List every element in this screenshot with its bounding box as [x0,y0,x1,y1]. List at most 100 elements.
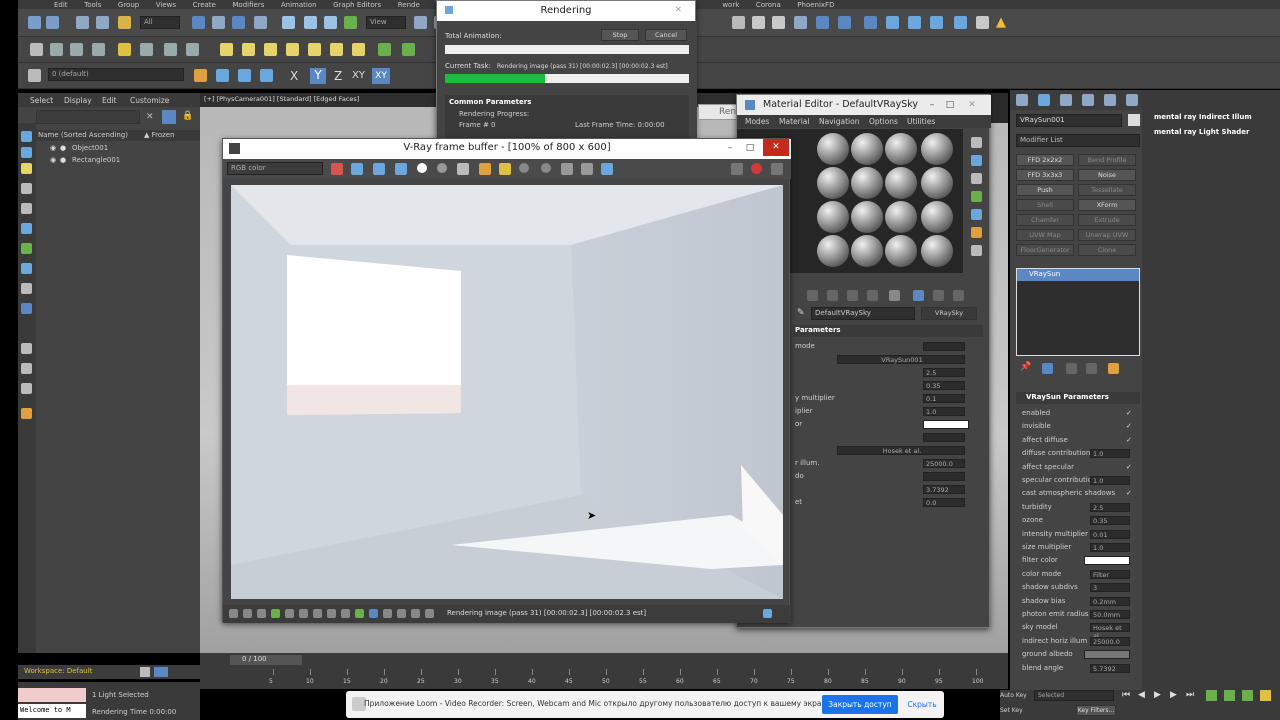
column-name[interactable]: Name (Sorted Ascending) [38,130,128,141]
render-setup-icon[interactable] [886,16,899,29]
sphere-create-icon[interactable] [242,43,255,56]
display-filter-icon[interactable] [21,131,32,142]
object-color-swatch[interactable] [1128,114,1140,126]
tool-icon-7[interactable] [186,43,199,56]
layer-icon-2[interactable] [216,69,229,82]
viewport-label[interactable]: [+] [PhysCamera001] [Standard] [Edged Fa… [204,94,359,105]
close-icon[interactable]: ✕ [675,5,682,14]
light-icon[interactable] [118,43,131,56]
go-to-end-icon[interactable]: ⏭ [1186,690,1194,700]
display-filter-icon[interactable] [21,223,32,234]
sun-param-value[interactable]: 50.0mm [1090,610,1130,619]
status-icon[interactable] [271,609,280,618]
display-filter-icon[interactable] [21,343,32,354]
rendered-image[interactable]: ➤ [231,185,783,599]
bind-space-warp-icon[interactable] [118,16,131,29]
maximize-icon[interactable]: □ [741,141,759,155]
maximize-icon[interactable]: □ [941,98,959,112]
axis-xy-active-button[interactable]: XY [372,68,390,84]
material-slot[interactable] [921,201,953,233]
background-icon[interactable] [971,173,982,184]
schematic-view-icon[interactable] [732,16,745,29]
create-tab-icon[interactable] [1016,94,1028,106]
make-preview-icon[interactable] [971,227,982,238]
status-icon[interactable] [425,609,434,618]
filter-icon[interactable] [162,110,176,124]
go-forward-icon[interactable] [953,290,964,301]
motion-tab-icon[interactable] [1082,94,1094,106]
tool-icon-2[interactable] [50,43,63,56]
close-icon[interactable]: ✕ [763,139,789,156]
status-icon[interactable] [229,609,238,618]
sun-param-value[interactable]: Hosek et al. [1090,623,1130,640]
rgb-channel-icon[interactable] [331,163,343,175]
set-key-label[interactable]: Set Key [1000,705,1023,716]
param-value[interactable]: 1.0 [923,407,965,416]
toggle-ribbon-icon[interactable] [794,16,807,29]
modifier-button[interactable]: Bend Profile [1078,154,1136,166]
stop-button[interactable]: Stop [601,29,639,41]
material-slot[interactable] [817,235,849,267]
render-frame-window-icon[interactable] [908,16,921,29]
param-value[interactable]: 0.1 [923,394,965,403]
material-slot[interactable] [817,201,849,233]
rect-selection-icon[interactable] [232,16,245,29]
material-slot[interactable] [851,235,883,267]
status-icon[interactable] [369,609,378,618]
make-unique-icon[interactable] [889,290,900,301]
display-filter-icon[interactable] [21,183,32,194]
show-end-result-icon[interactable] [1042,363,1053,374]
layer-icon-3[interactable] [238,69,251,82]
mono-icon[interactable] [437,163,447,173]
cylinder-icon[interactable] [264,43,277,56]
maximize-viewport-icon[interactable] [1260,690,1271,701]
sun-param-value[interactable]: 5.7392 [1090,663,1130,673]
render-last-icon[interactable] [771,163,783,175]
rotate-icon[interactable] [304,16,317,29]
modifier-button[interactable]: Unwrap UVW [1078,229,1136,241]
status-icon[interactable] [327,609,336,618]
put-to-scene-icon[interactable] [827,290,838,301]
param-value[interactable] [923,420,969,429]
clear-image-icon[interactable] [499,163,511,175]
material-editor-icon[interactable] [864,16,877,29]
pan-icon[interactable] [1224,690,1235,701]
display-filter-icon[interactable] [21,363,32,374]
param-value[interactable] [923,342,965,351]
modifier-button[interactable]: Tessellate [1078,184,1136,196]
green-channel-icon[interactable] [373,163,385,175]
timeline[interactable]: 0 / 100 5 10 15 20 25 30 35 40 45 50 55 60 65 70 75 80 8… [200,653,1008,689]
workspace-label[interactable]: Workspace: Default [24,666,92,677]
status-icon[interactable] [383,609,392,618]
uv-tiling-icon[interactable] [971,191,982,202]
show-in-viewport-icon[interactable] [913,290,924,301]
parameters-rollout-header[interactable]: Parameters [793,325,983,337]
checkbox[interactable]: ✓ [1126,463,1133,471]
hide-button[interactable]: Скрыть [904,695,940,714]
tool-icon-6[interactable] [164,43,177,56]
tab-customize[interactable]: Customize [130,96,169,105]
sun-param-value[interactable]: 2.5 [1090,502,1130,512]
warning-icon[interactable]: ▲ [996,15,1006,30]
add-layer-icon[interactable] [194,69,207,82]
tool-icon-1[interactable] [30,43,43,56]
cone-icon[interactable] [308,43,321,56]
backlight-icon[interactable] [971,155,982,166]
utilities-tab-icon[interactable] [1126,94,1138,106]
menu-modes[interactable]: Modes [745,117,769,126]
tool-icon-4[interactable] [92,43,105,56]
pivot-icon[interactable] [414,16,427,29]
sun-param-value[interactable]: 0.01 [1090,529,1130,539]
modifier-button[interactable]: UVW Map [1016,229,1074,241]
pin-stack-icon[interactable]: 📌 [1020,362,1031,372]
column-frozen[interactable]: ▲ Frozen [144,130,175,141]
sun-param-value[interactable]: 0.35 [1090,516,1130,526]
link-to-max-icon[interactable] [601,163,613,175]
display-filter-icon[interactable] [21,303,32,314]
selection-filter-dropdown[interactable]: All [140,16,180,29]
sun-param-value[interactable] [1084,650,1130,660]
checkbox[interactable]: ✓ [1126,490,1133,497]
sun-param-value[interactable]: 1.0 [1090,476,1130,485]
material-type-button[interactable]: VRaySky [921,307,977,320]
tool-icon-5[interactable] [140,43,153,56]
